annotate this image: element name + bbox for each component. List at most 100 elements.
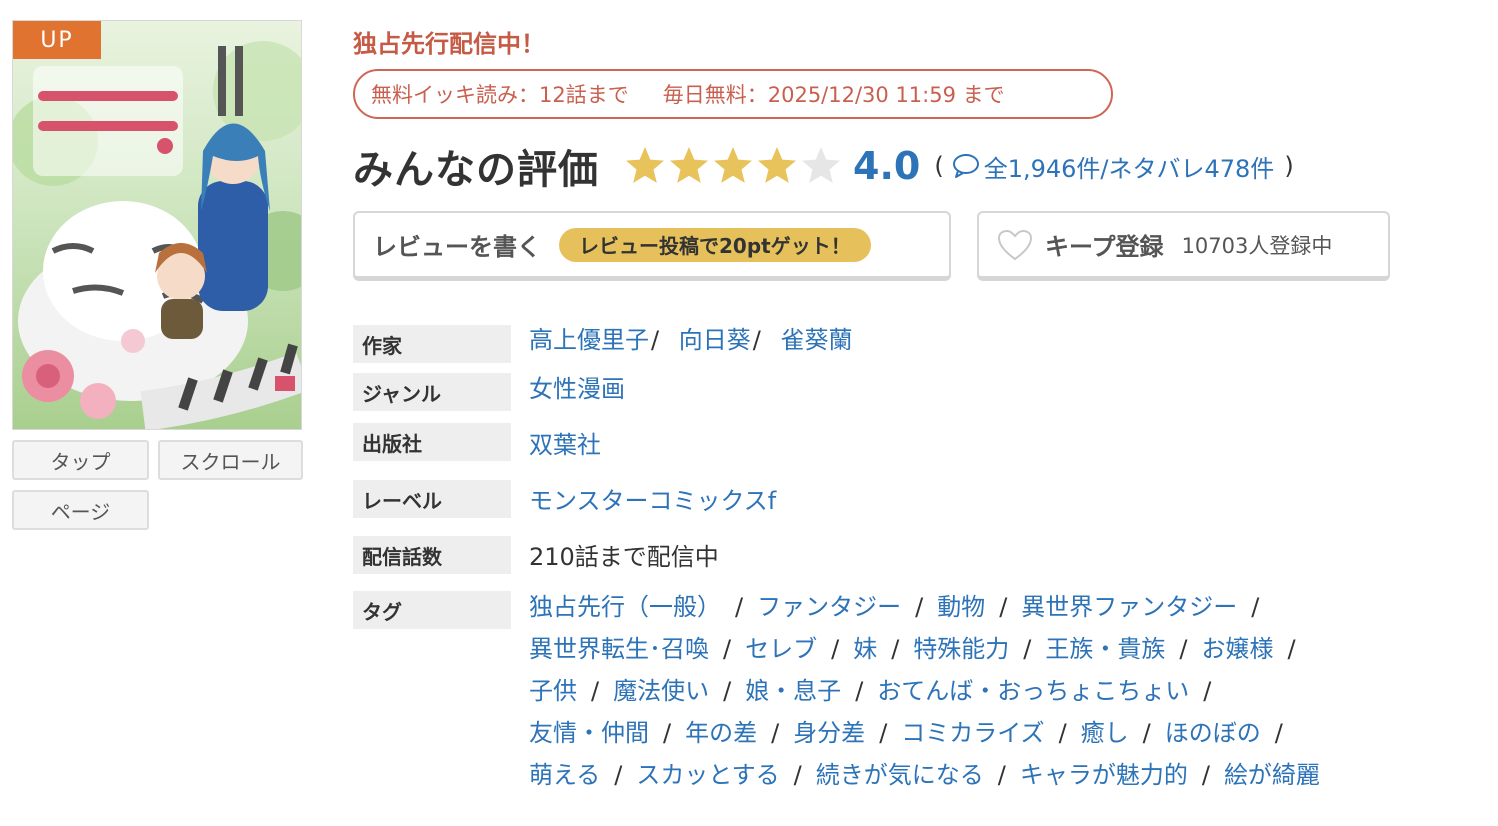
tag-separator: / [735, 593, 744, 621]
tag-link[interactable]: 友情・仲間 [529, 719, 649, 747]
tag-separator: / [1058, 719, 1067, 747]
imprint-label: レーベル [353, 480, 511, 518]
tag-separator: / [1251, 593, 1260, 621]
write-review-label: レビューを書く [373, 233, 541, 261]
tag-link[interactable]: 魔法使い [613, 677, 709, 705]
tag-link[interactable]: 萌える [529, 761, 600, 789]
daily-free-text: 毎日無料：2025/12/30 11:59 まで [662, 83, 1005, 107]
tag-separator: / [1274, 719, 1283, 747]
tag-link[interactable]: 独占先行（一般） [529, 593, 721, 621]
tag-separator: / [915, 593, 924, 621]
tag-link[interactable]: コミカライズ [901, 719, 1044, 747]
tag-separator: / [997, 761, 1006, 789]
star-rating [623, 144, 843, 188]
tag-link[interactable]: 王族・貴族 [1045, 635, 1165, 663]
comment-bubble-icon [952, 154, 979, 178]
tag-separator: / [831, 635, 840, 663]
publisher-label: 出版社 [353, 423, 511, 461]
tag-link[interactable]: ほのぼの [1165, 719, 1261, 747]
tag-separator: / [1023, 635, 1032, 663]
tag-separator: / [855, 677, 864, 705]
tag-separator: / [879, 719, 888, 747]
scroll-mode-button[interactable]: スクロール [158, 440, 303, 480]
keep-label: キープ登録 [1045, 233, 1164, 261]
author-list: 高上優里子/ 向日葵/ 雀葵蘭 [529, 320, 852, 355]
cover-image[interactable]: UP [12, 20, 302, 430]
tag-separator: / [723, 635, 732, 663]
tag-separator: / [1287, 635, 1296, 663]
review-bonus-badge: レビュー投稿で20ptゲット！ [559, 227, 871, 262]
write-review-button[interactable]: レビューを書く レビュー投稿で20ptゲット！ [353, 211, 951, 281]
tag-link[interactable]: 癒し [1081, 719, 1129, 747]
author-separator: / [651, 326, 660, 354]
author-link[interactable]: 雀葵蘭 [780, 326, 852, 354]
author-link[interactable]: 高上優里子 [529, 326, 649, 354]
tag-link[interactable]: お嬢様 [1201, 635, 1273, 663]
review-count-link[interactable]: ( 全1,946件/ネタバレ478件 ) [934, 149, 1293, 184]
tag-separator: / [793, 761, 802, 789]
up-badge: UP [13, 21, 101, 59]
tag-link[interactable]: 異世界ファンタジー [1021, 593, 1237, 621]
publisher-link[interactable]: 双葉社 [529, 425, 601, 460]
tag-separator: / [891, 635, 900, 663]
episodes-value: 210話まで配信中 [529, 543, 719, 571]
episodes-label: 配信話数 [353, 536, 511, 574]
tag-link[interactable]: スカッとする [636, 761, 779, 789]
tag-link[interactable]: おてんば・おっちょこちょい [877, 677, 1189, 705]
tag-row: 萌える / スカッとする / 続きが気になる / キャラが魅力的 / 絵が綺麗 [529, 755, 1320, 790]
keep-button[interactable]: キープ登録 10703人登録中 [977, 211, 1390, 281]
author-link[interactable]: 向日葵 [679, 326, 751, 354]
tag-link[interactable]: ファンタジー [757, 593, 901, 621]
tag-link[interactable]: 動物 [937, 593, 985, 621]
tag-link[interactable]: 子供 [529, 677, 577, 705]
tag-row: 異世界転生･召喚 / セレブ / 妹 / 特殊能力 / 王族・貴族 / お嬢様 / [529, 629, 1310, 664]
tag-row: 独占先行（一般） / ファンタジー / 動物 / 異世界ファンタジー / [529, 587, 1273, 622]
close-paren: ) [1284, 152, 1294, 180]
tag-row: 友情・仲間 / 年の差 / 身分差 / コミカライズ / 癒し / ほのぼの / [529, 713, 1297, 748]
heart-icon [997, 229, 1033, 260]
tag-link[interactable]: 年の差 [685, 719, 757, 747]
genre-link[interactable]: 女性漫画 [529, 369, 625, 404]
tag-link[interactable]: 身分差 [793, 719, 865, 747]
imprint-link[interactable]: モンスターコミックスf [529, 481, 776, 516]
keep-count: 10703人登録中 [1181, 233, 1333, 258]
tag-separator: / [723, 677, 732, 705]
tag-link[interactable]: 異世界転生･召喚 [529, 635, 709, 663]
tag-link[interactable]: キャラが魅力的 [1020, 761, 1188, 789]
star-filled-icon [714, 147, 752, 183]
author-label: 作家 [353, 325, 511, 363]
open-paren: ( [934, 152, 944, 180]
exclusive-promo-title: 独占先行配信中！ [353, 30, 545, 58]
tag-separator: / [771, 719, 780, 747]
free-reading-banner: 無料イッキ読み：12話まで 毎日無料：2025/12/30 11:59 まで [353, 69, 1113, 119]
genre-label: ジャンル [353, 373, 511, 411]
tag-link[interactable]: セレブ [745, 635, 817, 663]
review-count-text: 全1,946件/ネタバレ478件 [983, 154, 1275, 183]
tag-separator: / [1201, 761, 1210, 789]
tag-link[interactable]: 絵が綺麗 [1224, 761, 1320, 789]
tag-link[interactable]: 娘・息子 [745, 677, 841, 705]
tag-separator: / [1203, 677, 1212, 705]
tag-link[interactable]: 妹 [853, 635, 877, 663]
star-filled-icon [758, 147, 796, 183]
rating-heading: みんなの評価 [353, 147, 599, 193]
tag-separator: / [663, 719, 672, 747]
tag-separator: / [1142, 719, 1151, 747]
tag-row: 子供 / 魔法使い / 娘・息子 / おてんば・おっちょこちょい / [529, 671, 1225, 706]
tag-separator: / [999, 593, 1008, 621]
rating-value: 4.0 [853, 144, 921, 188]
tag-link[interactable]: 続きが気になる [816, 761, 984, 789]
tag-separator: / [614, 761, 623, 789]
page-mode-button[interactable]: ページ [12, 490, 149, 530]
star-filled-icon [670, 147, 708, 183]
cover-illustration [13, 41, 301, 429]
author-separator: / [752, 326, 761, 354]
star-empty-icon [802, 147, 840, 183]
tag-separator: / [1179, 635, 1188, 663]
rating-row: みんなの評価 4.0 ( 全1,946件/ネタバレ478件 ) [353, 136, 1294, 196]
tag-separator: / [591, 677, 600, 705]
star-filled-icon [626, 147, 664, 183]
tag-link[interactable]: 特殊能力 [913, 635, 1009, 663]
tags-label: タグ [353, 591, 511, 629]
tap-mode-button[interactable]: タップ [12, 440, 149, 480]
